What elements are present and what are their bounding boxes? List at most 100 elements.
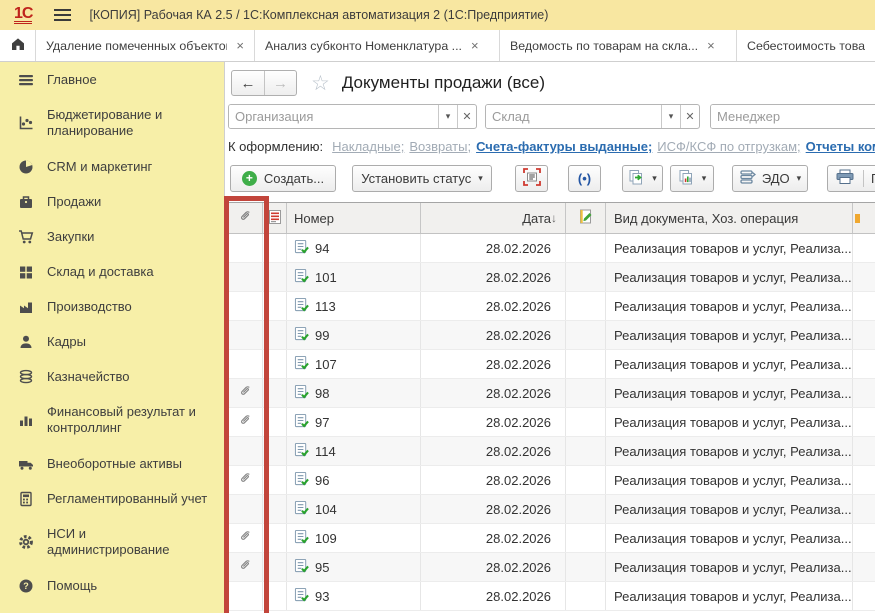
sidebar-item-sales[interactable]: Продажи: [0, 184, 224, 219]
column-header-number[interactable]: Номер: [287, 203, 421, 233]
table-row[interactable]: 109 28.02.2026 Реализация товаров и услуг,…: [229, 524, 875, 553]
cell-date: 28.02.2026: [421, 466, 566, 494]
sidebar-item-label: CRM и маркетинг: [47, 158, 153, 174]
sidebar-item-hr[interactable]: Кадры: [0, 324, 224, 359]
document-posted-icon: [294, 471, 309, 489]
create-button[interactable]: + Создать...: [230, 165, 336, 192]
close-icon[interactable]: ×: [707, 39, 715, 52]
document-posted-icon: [294, 384, 309, 402]
cell-date: 28.02.2026: [421, 495, 566, 523]
tab-subconto-analysis[interactable]: Анализ субконто Номенклатура ... ×: [255, 30, 500, 61]
barcode-scan-button[interactable]: [515, 165, 548, 192]
column-header-date[interactable]: Дата ↓: [421, 203, 566, 233]
clear-icon[interactable]: ✕: [680, 105, 699, 128]
cell-number: 98: [315, 385, 330, 401]
sidebar-item-label: Внеоборотные активы: [47, 455, 183, 471]
close-icon[interactable]: ×: [236, 39, 244, 52]
sidebar-item-treasury[interactable]: Казначейство: [0, 359, 224, 394]
print-button[interactable]: П: [827, 165, 875, 192]
cell-number: 107: [315, 356, 337, 372]
quick-links-row: К оформлению: Накладные; Возвраты; Счета…: [228, 139, 875, 154]
table-row[interactable]: 94 28.02.2026 Реализация товаров и услуг, …: [229, 234, 875, 263]
back-button[interactable]: ←: [232, 71, 264, 95]
sidebar-item-financial-result[interactable]: Финансовый результат и контроллинг: [0, 394, 224, 446]
tab-deletion-marked-objects[interactable]: Удаление помеченных объектов ×: [36, 30, 255, 61]
organization-filter: ▾ ✕: [228, 104, 477, 129]
cell-number: 97: [315, 414, 330, 430]
tab-goods-statement[interactable]: Ведомость по товарам на скла... ×: [500, 30, 737, 61]
cell-doc-type: Реализация товаров и услуг, Реализа...: [606, 466, 853, 494]
table-row[interactable]: 96 28.02.2026 Реализация товаров и услуг, …: [229, 466, 875, 495]
cell-date: 28.02.2026: [421, 292, 566, 320]
document-posted-icon: [294, 355, 309, 373]
table-row[interactable]: 101 28.02.2026 Реализация товаров и услуг,…: [229, 263, 875, 292]
sidebar-item-production[interactable]: Производство: [0, 289, 224, 324]
main-menu-icon[interactable]: [54, 6, 72, 24]
copy-document-icon: [628, 169, 645, 189]
sidebar-item-crm[interactable]: CRM и маркетинг: [0, 149, 224, 184]
cell-date: 28.02.2026: [421, 524, 566, 552]
table-row[interactable]: 93 28.02.2026 Реализация товаров и услуг, …: [229, 582, 875, 611]
chevron-down-icon[interactable]: ▾: [661, 105, 680, 128]
cell-date: 28.02.2026: [421, 263, 566, 291]
column-header-attachment[interactable]: [229, 203, 263, 233]
column-header-doc-icon[interactable]: [566, 203, 606, 233]
document-posted-icon: [294, 558, 309, 576]
link-commission-reports[interactable]: Отчеты комисс: [806, 139, 875, 154]
sidebar-item-help[interactable]: ? Помощь: [0, 568, 224, 603]
sidebar-item-nsi-administration[interactable]: НСИ и администрирование: [0, 516, 224, 568]
table-row[interactable]: 95 28.02.2026 Реализация товаров и услуг, …: [229, 553, 875, 582]
close-icon[interactable]: ×: [471, 39, 479, 52]
sidebar-item-purchases[interactable]: Закупки: [0, 219, 224, 254]
edo-button[interactable]: ЭДО ▾: [732, 165, 808, 192]
clear-icon[interactable]: ✕: [457, 105, 476, 128]
table-row[interactable]: 107 28.02.2026 Реализация товаров и услуг,…: [229, 350, 875, 379]
table-row[interactable]: 113 28.02.2026 Реализация товаров и услуг,…: [229, 292, 875, 321]
sidebar-item-main[interactable]: Главное: [0, 62, 224, 97]
planning-chart-icon: [18, 115, 34, 131]
cell-number: 94: [315, 240, 330, 256]
paperclip-icon: [239, 530, 253, 547]
column-header-partial[interactable]: [853, 203, 875, 233]
link-returns[interactable]: Возвраты;: [409, 139, 471, 154]
link-issued-invoices[interactable]: Счета-фактуры выданные;: [476, 139, 652, 154]
cell-number: 95: [315, 559, 330, 575]
truck-icon: [18, 456, 34, 472]
set-status-button[interactable]: Установить статус ▾: [352, 165, 492, 192]
favorite-star-icon[interactable]: ☆: [311, 71, 330, 96]
person-icon: [18, 334, 34, 350]
organization-input[interactable]: [229, 105, 438, 128]
tab-cost-price[interactable]: Себестоимость това...: [737, 30, 875, 61]
table-row[interactable]: 98 28.02.2026 Реализация товаров и услуг, …: [229, 379, 875, 408]
cell-date: 28.02.2026: [421, 234, 566, 262]
barcode-scan-icon: [522, 168, 541, 189]
sidebar-item-regulated-accounting[interactable]: Регламентированный учет: [0, 481, 224, 516]
chevron-down-icon[interactable]: ▾: [438, 105, 457, 128]
exchange-signal-button[interactable]: (•): [568, 165, 601, 192]
sidebar-item-budgeting[interactable]: Бюджетирование и планирование: [0, 97, 224, 149]
link-invoices[interactable]: Накладные;: [332, 139, 404, 154]
cell-doc-type: Реализация товаров и услуг, Реализа...: [606, 350, 853, 378]
gear-icon: [18, 534, 34, 550]
sidebar-item-noncurrent-assets[interactable]: Внеоборотные активы: [0, 446, 224, 481]
table-row[interactable]: 99 28.02.2026 Реализация товаров и услуг, …: [229, 321, 875, 350]
column-header-print-status[interactable]: [263, 203, 287, 233]
report-document-icon: [678, 169, 695, 189]
warehouse-input[interactable]: [486, 105, 661, 128]
sort-desc-icon: ↓: [551, 211, 557, 225]
plus-icon: +: [241, 171, 257, 186]
copy-documents-button[interactable]: ▾: [622, 165, 663, 192]
tab-label: Себестоимость това...: [747, 38, 865, 53]
manager-input[interactable]: [711, 105, 875, 128]
sidebar-item-warehouse[interactable]: Склад и доставка: [0, 254, 224, 289]
table-row[interactable]: 104 28.02.2026 Реализация товаров и услуг,…: [229, 495, 875, 524]
forward-button[interactable]: →: [264, 71, 296, 95]
table-row[interactable]: 114 28.02.2026 Реализация товаров и услуг,…: [229, 437, 875, 466]
home-tab[interactable]: [0, 30, 36, 61]
column-header-doc-type[interactable]: Вид документа, Хоз. операция: [606, 203, 853, 233]
link-isf-ksf[interactable]: ИСФ/КСФ по отгрузкам;: [657, 139, 800, 154]
grid-icon: [18, 264, 34, 280]
table-row[interactable]: 97 28.02.2026 Реализация товаров и услуг, …: [229, 408, 875, 437]
coins-icon: [18, 369, 34, 385]
reports-button[interactable]: ▾: [670, 165, 714, 192]
